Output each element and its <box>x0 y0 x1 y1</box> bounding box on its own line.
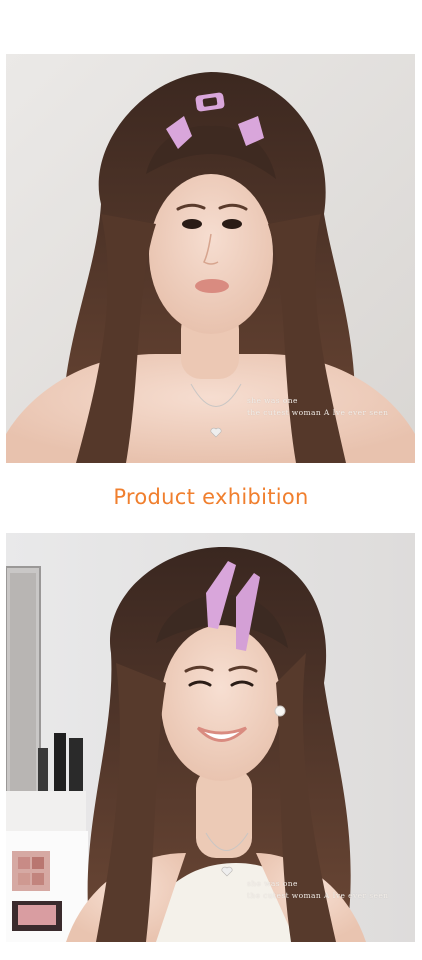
caption-line-2: the cutest woman A Ive ever seen <box>247 408 389 417</box>
photo-caption: she was one the cutest woman A Ive ever … <box>247 395 388 419</box>
caption-line-2: the cutest woman A Ive ever seen <box>247 891 389 900</box>
section-title: Product exhibition <box>113 485 309 509</box>
photo-caption: she was one the cutest woman A Ive ever … <box>247 878 388 902</box>
caption-line-1: she was one <box>247 879 298 888</box>
product-photo-top: she was one the cutest woman A Ive ever … <box>6 54 415 463</box>
product-photo-bottom: she was one the cutest woman A Ive ever … <box>6 533 415 942</box>
caption-line-1: she was one <box>247 396 298 405</box>
